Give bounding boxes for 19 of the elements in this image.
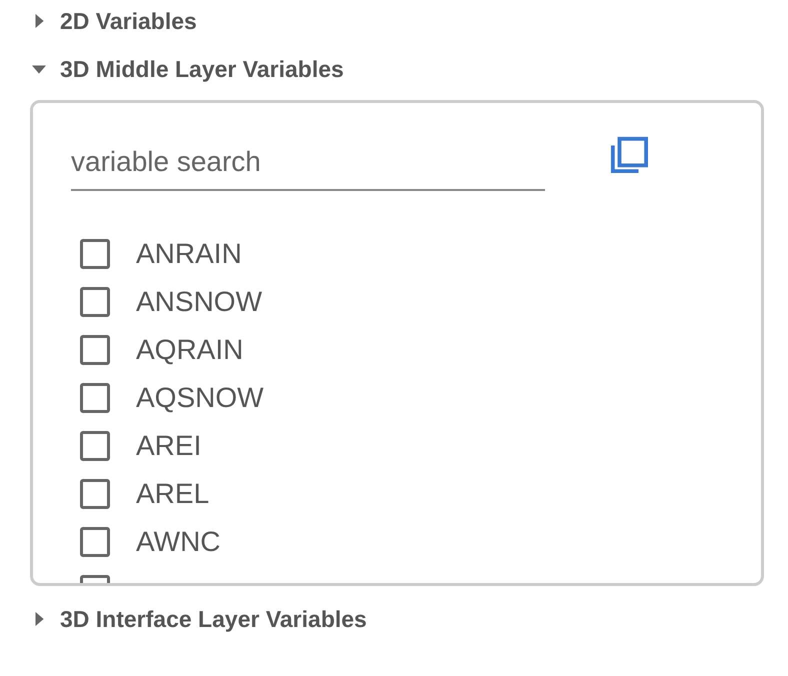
checkbox[interactable] (80, 383, 110, 413)
variable-option[interactable]: AQRAIN (80, 326, 761, 374)
variable-option[interactable]: AREI (80, 422, 761, 470)
section-toggle[interactable]: 3D Interface Layer Variables (32, 602, 367, 636)
variable-option[interactable]: AWNC (80, 518, 761, 566)
checkbox[interactable] (80, 239, 110, 269)
variable-option[interactable]: ANRAIN (80, 230, 761, 278)
checkbox[interactable] (80, 335, 110, 365)
variable-option[interactable]: ANSNOW (80, 278, 761, 326)
copy-icon[interactable] (609, 135, 649, 173)
section-toggle[interactable]: 2D Variables (32, 4, 197, 38)
checkbox[interactable] (80, 479, 110, 509)
variable-option[interactable]: AQSNOW (80, 374, 761, 422)
section-toggle[interactable]: 3D Middle Layer Variables (32, 52, 344, 86)
checkbox[interactable] (80, 287, 110, 317)
checkbox[interactable] (80, 431, 110, 461)
search-field[interactable]: variable search (71, 135, 545, 191)
checkbox[interactable] (80, 527, 110, 557)
variable-option[interactable]: AREL (80, 470, 761, 518)
